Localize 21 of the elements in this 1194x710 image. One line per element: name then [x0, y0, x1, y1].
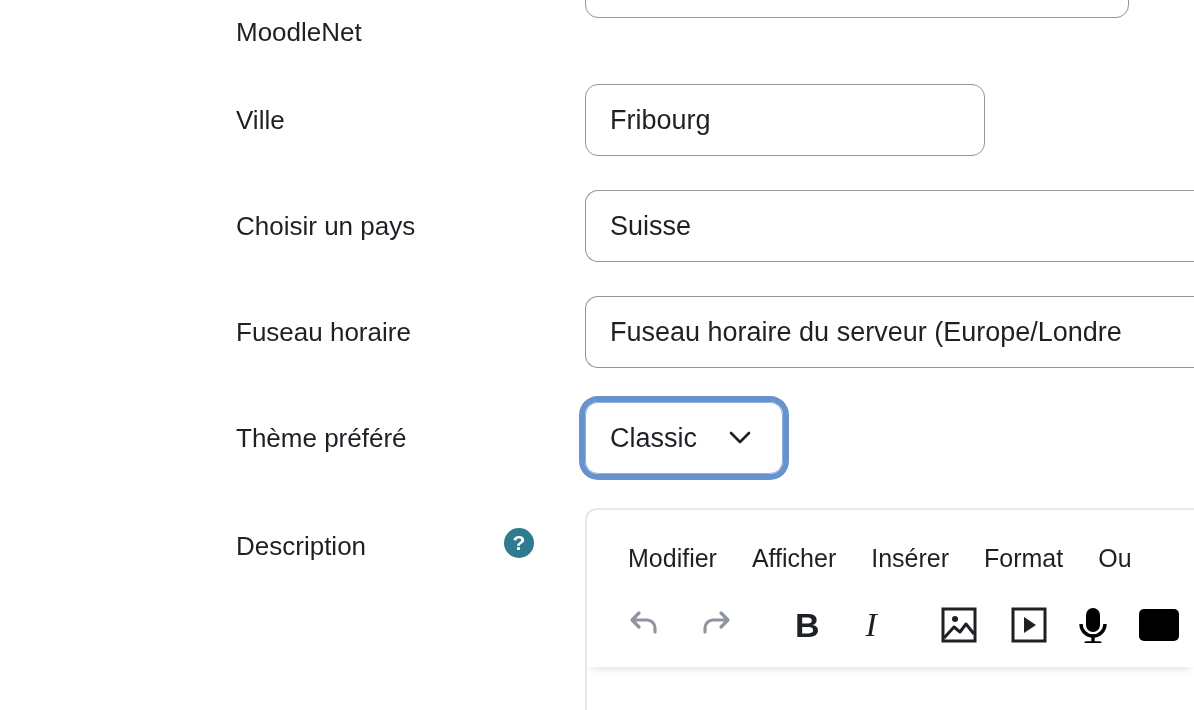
field-label: MoodleNet	[236, 16, 363, 49]
chevron-icon	[728, 431, 752, 445]
menu-item[interactable]: Ou	[1098, 544, 1132, 573]
field-label: Ville	[236, 104, 286, 137]
menu-item[interactable]: Format	[984, 544, 1064, 573]
italic-button[interactable]: I	[865, 607, 877, 643]
square-icon[interactable]	[1138, 607, 1179, 643]
menu-item[interactable]: Insérer	[871, 544, 950, 573]
field-label: Thème préféré	[236, 422, 408, 455]
field-label: Description	[236, 530, 368, 563]
select-field[interactable]: Suisse	[585, 190, 1194, 262]
field-label: Choisir un pays	[236, 210, 417, 243]
help-icon[interactable]: ?	[504, 528, 534, 558]
image-icon[interactable]	[940, 607, 977, 643]
bold-button[interactable]: B	[795, 607, 820, 643]
play-icon[interactable]	[1010, 607, 1047, 643]
menu-item[interactable]: Modifier	[628, 544, 717, 573]
select-field[interactable]: Fuseau horaire du serveur (Europe/Londre	[585, 296, 1194, 368]
menu-item[interactable]: Afficher	[751, 544, 837, 573]
text-field[interactable]: Fribourg	[585, 84, 985, 156]
field-label: Fuseau horaire	[236, 316, 412, 349]
